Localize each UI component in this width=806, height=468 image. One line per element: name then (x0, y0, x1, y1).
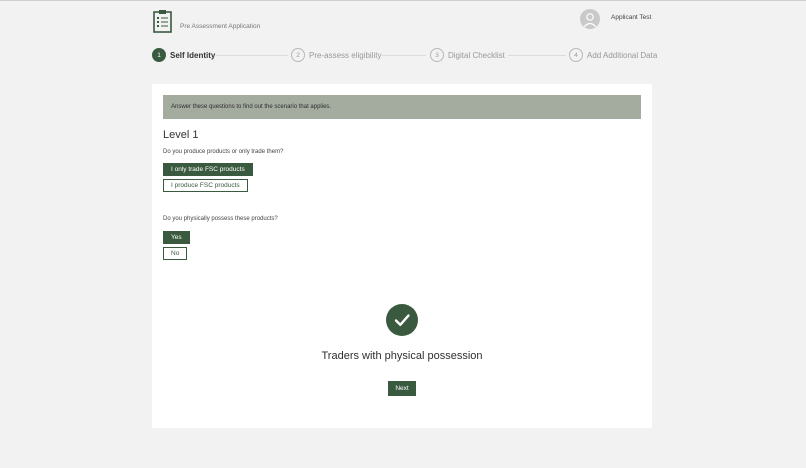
step-add-additional-data[interactable]: 4 Add Additional Data (569, 47, 657, 63)
step-number: 4 (569, 48, 583, 62)
level-title: Level 1 (163, 129, 199, 141)
step-label: Digital Checklist (448, 50, 505, 60)
option-yes-button[interactable]: Yes (163, 231, 190, 244)
info-banner: Answer these questions to find out the s… (163, 95, 641, 119)
progress-stepper: 1 Self Identity 2 Pre-assess eligibility… (152, 47, 657, 63)
step-label: Pre-assess eligibility (309, 50, 382, 60)
result-scenario-text: Traders with physical possession (321, 350, 483, 362)
app-header: Pre Assessment Application Applicant Tes… (152, 9, 654, 35)
step-connector (382, 55, 426, 56)
step-connector (508, 55, 566, 56)
step-number: 3 (430, 48, 444, 62)
clipboard-checklist-icon (152, 9, 174, 33)
step-digital-checklist[interactable]: 3 Digital Checklist (430, 47, 505, 63)
next-button[interactable]: Next (388, 381, 416, 396)
user-name[interactable]: Applicant Test (611, 14, 651, 21)
app-title: Pre Assessment Application (180, 23, 261, 30)
question-physical-possession: Do you physically possess these products… (163, 216, 278, 222)
option-produce-button[interactable]: I produce FSC products (163, 179, 248, 192)
option-no-button[interactable]: No (163, 247, 188, 260)
step-pre-assess-eligibility[interactable]: 2 Pre-assess eligibility (291, 47, 381, 63)
assessment-card: Answer these questions to find out the s… (152, 84, 652, 428)
option-only-trade-button[interactable]: I only trade FSC products (163, 163, 253, 176)
question-produce-or-trade: Do you produce products or only trade th… (163, 149, 284, 155)
check-circle-icon (386, 304, 418, 336)
step-self-identity[interactable]: 1 Self Identity (152, 47, 215, 63)
user-avatar-icon[interactable] (580, 9, 600, 29)
step-label: Self Identity (170, 50, 216, 60)
step-connector (216, 55, 288, 56)
top-border (0, 0, 806, 1)
step-number: 1 (152, 48, 166, 62)
step-number: 2 (291, 48, 305, 62)
step-label: Add Additional Data (587, 50, 658, 60)
